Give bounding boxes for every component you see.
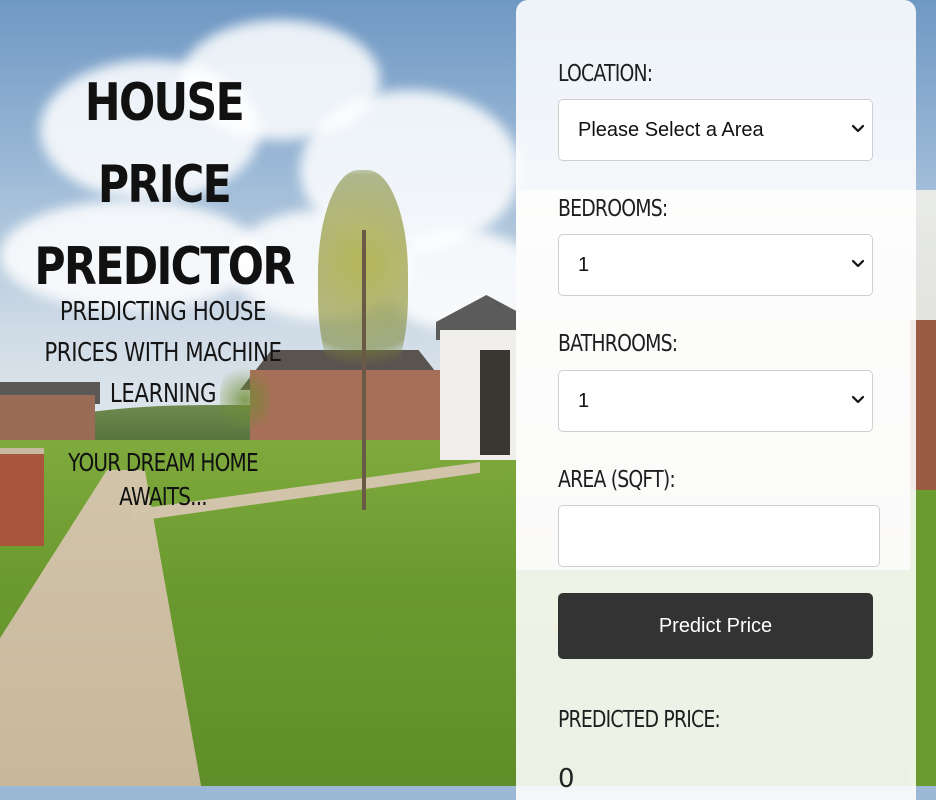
tagline: YOUR DREAM HOME AWAITS... [68,448,258,511]
bedrooms-select-value: 1 [578,254,590,276]
location-label: LOCATION: [558,61,653,87]
bathrooms-label: BATHROOMS: [558,331,678,357]
bedrooms-label: BEDROOMS: [558,196,668,222]
area-label: AREA (SQFT): [558,467,676,493]
location-select-value: Please Select a Area [578,119,764,141]
bathrooms-select[interactable]: 1 [558,370,873,432]
predict-price-button[interactable]: Predict Price [558,593,873,659]
chevron-down-icon [851,395,865,404]
predicted-price-value: 0 [558,764,575,794]
page-subtitle: PREDICTING HOUSE PRICES WITH MACHINE LEA… [44,297,282,409]
bathrooms-select-value: 1 [578,390,590,412]
prediction-form: LOCATION: Please Select a Area BEDROOMS:… [516,0,916,800]
predicted-price-label: PREDICTED PRICE: [558,707,721,733]
chevron-down-icon [851,259,865,268]
location-select[interactable]: Please Select a Area [558,99,873,161]
bedrooms-select[interactable]: 1 [558,234,873,296]
page-title: HOUSE PRICE PREDICTOR [34,73,295,297]
chevron-down-icon [851,124,865,133]
area-input[interactable] [558,505,880,567]
